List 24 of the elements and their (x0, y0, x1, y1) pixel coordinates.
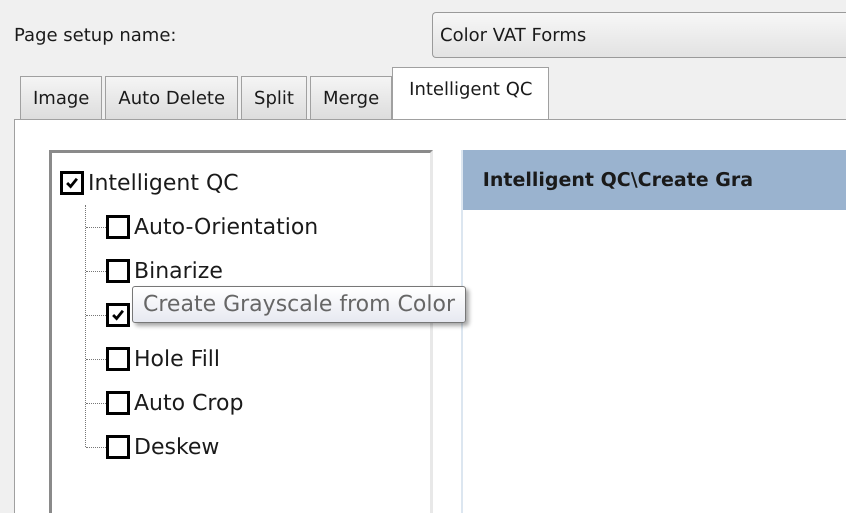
tree-item[interactable]: Auto-Orientation (134, 214, 318, 240)
checkbox[interactable] (60, 171, 84, 195)
checkbox[interactable] (106, 303, 130, 327)
checkbox[interactable] (106, 347, 130, 371)
checkbox[interactable] (106, 215, 130, 239)
page-setup-field[interactable]: Color VAT Forms (432, 12, 846, 58)
tab[interactable]: Auto Delete (105, 76, 238, 119)
tab[interactable]: Merge (310, 76, 392, 119)
tree-item[interactable]: Hole Fill (134, 346, 220, 372)
detail-header: Intelligent QC\Create Gra (462, 150, 846, 210)
checkbox[interactable] (106, 259, 130, 283)
tooltip: Create Grayscale from Color (132, 286, 466, 323)
tree-item[interactable]: Binarize (134, 258, 223, 284)
tab[interactable]: Image (20, 76, 102, 119)
checkbox[interactable] (106, 391, 130, 415)
check-icon (65, 176, 79, 190)
tab[interactable]: Split (241, 76, 307, 119)
tree-item[interactable]: Auto Crop (134, 390, 244, 416)
check-icon (111, 308, 125, 322)
checkbox[interactable] (106, 435, 130, 459)
tree-item[interactable]: Intelligent QC (88, 170, 239, 196)
page-setup-label: Page setup name: (14, 24, 178, 46)
tab[interactable]: Intelligent QC (392, 67, 550, 120)
tree-item[interactable]: Deskew (134, 434, 220, 460)
